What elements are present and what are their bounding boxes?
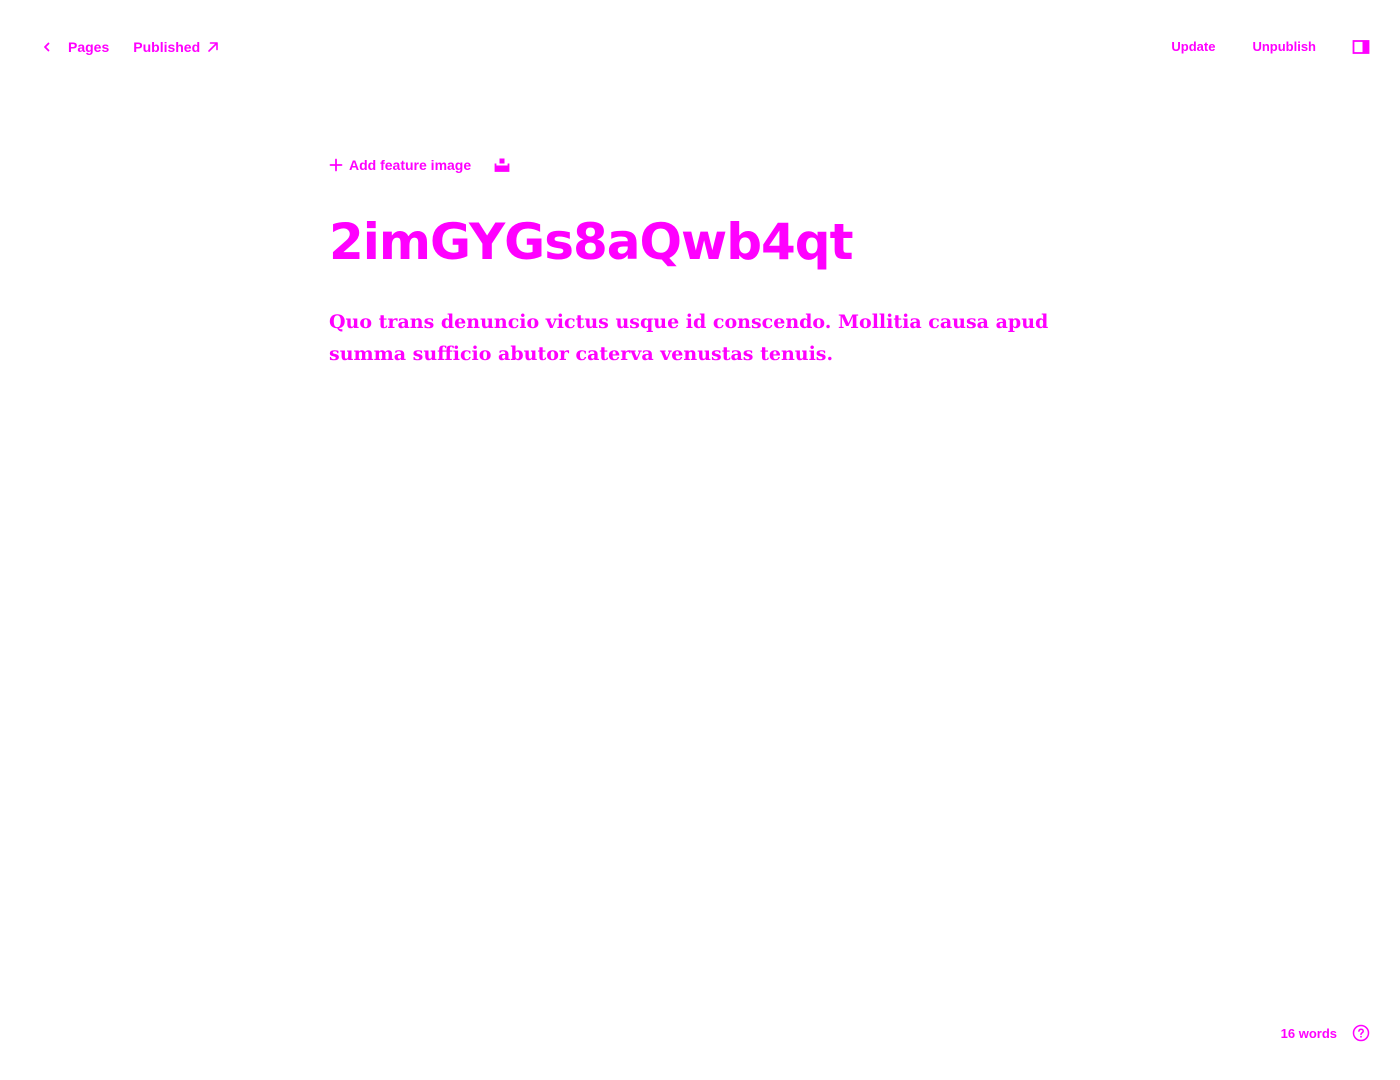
page-title[interactable]: 2imGYGs8aQwb4qt [329,212,1089,272]
snippet-icon[interactable] [493,156,511,174]
breadcrumb: Pages Published [38,38,220,56]
word-count: 16 words [1280,1025,1337,1041]
editor-topbar: Pages Published Update Unpublish [0,0,1400,94]
add-feature-image-button[interactable]: Add feature image [329,157,471,173]
back-to-pages-link[interactable]: Pages [38,38,109,56]
unpublish-button[interactable]: Unpublish [1252,37,1316,57]
topbar-actions: Update Unpublish [1171,37,1370,57]
update-button[interactable]: Update [1171,37,1215,57]
published-status-link[interactable]: Published [133,39,220,55]
back-link-label: Pages [68,39,110,55]
arrow-up-right-icon [206,40,220,54]
page-excerpt[interactable]: Quo trans denuncio victus usque id consc… [329,306,1089,370]
plus-icon [329,158,343,172]
page-editor: Add feature image 2imGYGs8aQwb4qt Quo tr… [329,150,1089,389]
editor-footer: 16 words [1281,1024,1370,1042]
add-feature-image-label: Add feature image [349,157,472,173]
published-status-label: Published [133,39,201,55]
editor-tools: Add feature image [329,150,1089,180]
sidebar-toggle-icon[interactable] [1352,38,1370,56]
help-circle-icon[interactable] [1352,1024,1370,1042]
chevron-left-icon [38,38,56,56]
